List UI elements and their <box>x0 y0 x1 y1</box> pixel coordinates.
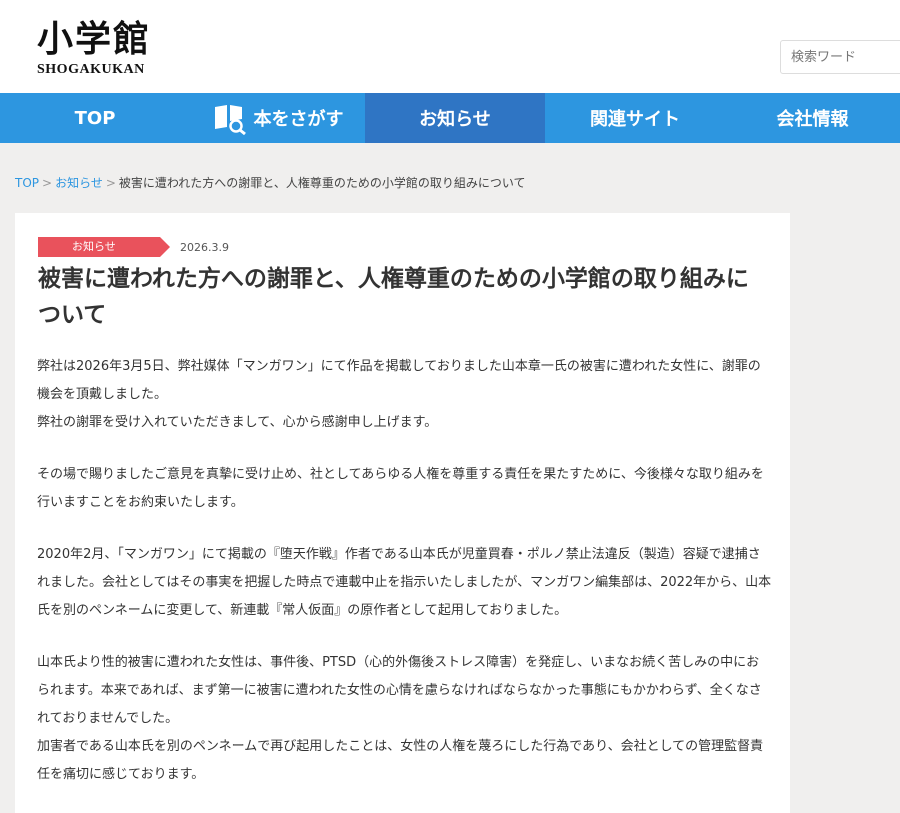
nav-top-label: TOP <box>74 107 116 129</box>
article-meta: お知らせ 2026.3.9 <box>38 237 229 257</box>
breadcrumb-separator: > <box>42 176 53 190</box>
article-date: 2026.3.9 <box>180 240 229 254</box>
article-body: 弊社は2026年3月5日、弊社媒体「マンガワン」にて作品を掲載しておりました山本… <box>37 353 772 813</box>
nav-top[interactable]: TOP <box>0 93 190 143</box>
site-logo[interactable]: 小学館 SHOGAKUKAN <box>37 20 151 78</box>
breadcrumb-current: 被害に遭われた方への謝罪と、人権尊重のための小学館の取り組みについて <box>118 176 526 190</box>
nav-related-sites[interactable]: 関連サイト <box>545 93 725 143</box>
nav-news-label: お知らせ <box>419 109 491 130</box>
nav-related-sites-label: 関連サイト <box>590 109 680 130</box>
article-card: お知らせ 2026.3.9 被害に遭われた方への謝罪と、人権尊重のための小学館の… <box>15 213 790 813</box>
nav-company-info-label: 会社情報 <box>776 109 849 130</box>
category-tag: お知らせ <box>38 237 170 257</box>
logo-roman: SHOGAKUKAN <box>37 62 145 77</box>
nav-news[interactable]: お知らせ <box>365 93 545 143</box>
breadcrumb-section[interactable]: お知らせ <box>55 176 103 190</box>
article-paragraph: 2020年2月、「マンガワン」にて掲載の『堕天作戦』作者である山本氏が児童買春・… <box>37 547 772 618</box>
nav-book-search-label: 本をさがす <box>253 109 344 130</box>
nav-book-search[interactable]: 本をさがす <box>190 93 365 143</box>
breadcrumb: TOP > お知らせ > 被害に遭われた方への謝罪と、人権尊重のための小学館の取り組みに… <box>15 174 525 191</box>
article-paragraph: 弊社は2026年3月5日、弊社媒体「マンガワン」にて作品を掲載しておりました山本… <box>37 359 761 430</box>
search-input[interactable] <box>780 40 900 74</box>
article-paragraph: 山本氏より性的被害に遭われた女性は、事件後、PTSD（心的外傷後ストレス障害）を… <box>37 655 764 782</box>
main-nav: TOP 本をさがす お知らせ 関連サイト 会社情報 <box>0 93 900 143</box>
nav-company-info[interactable]: 会社情報 <box>725 93 900 143</box>
article-paragraph: その場で賜りましたご意見を真摯に受け止め、社としてあらゆる人権を尊重する責任を果… <box>37 467 764 510</box>
logo-kanji: 小学館 <box>37 19 152 60</box>
breadcrumb-separator: > <box>105 176 116 190</box>
site-header: 小学館 SHOGAKUKAN <box>0 0 900 93</box>
book-search-icon <box>214 105 246 135</box>
article-title: 被害に遭われた方への謝罪と、人権尊重のための小学館の取り組みについて <box>38 266 749 328</box>
breadcrumb-home[interactable]: TOP <box>15 176 39 190</box>
